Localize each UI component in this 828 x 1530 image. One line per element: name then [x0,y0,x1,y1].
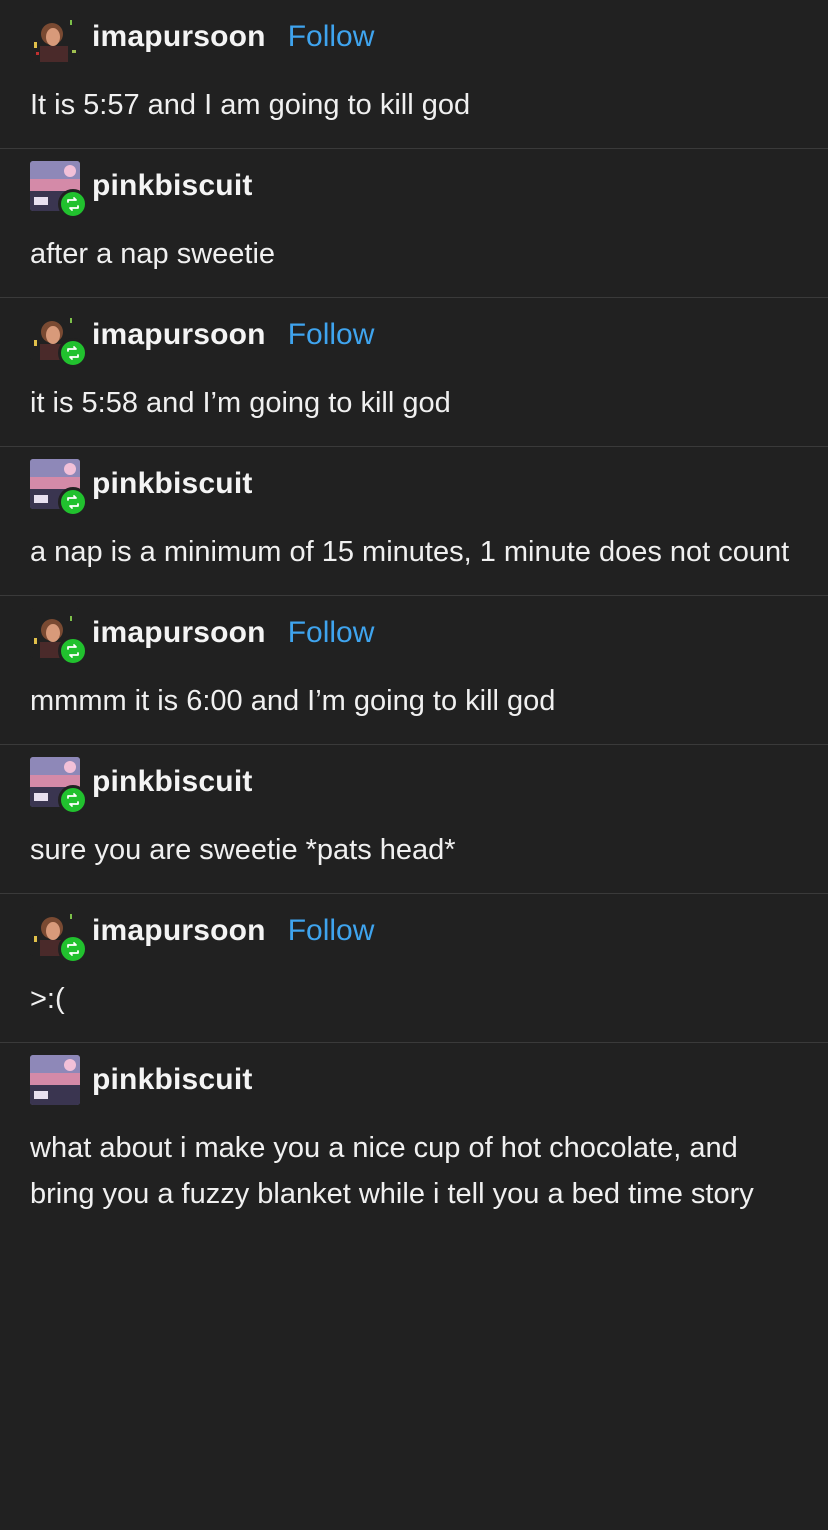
avatar[interactable] [30,310,88,368]
post-text: it is 5:58 and I’m going to kill god [30,387,451,419]
post: pinkbiscuit after a nap sweetie [0,149,828,298]
reblog-thread: imapursoon Follow It is 5:57 and I am go… [0,0,828,1237]
reblog-icon [58,934,88,964]
post-text: what about i make you a nice cup of hot … [30,1132,754,1210]
post: pinkbiscuit sure you are sweetie *pats h… [0,745,828,894]
avatar[interactable] [30,459,88,517]
follow-button[interactable]: Follow [288,20,375,54]
post: imapursoon Follow it is 5:58 and I’m goi… [0,298,828,447]
avatar[interactable] [30,757,88,815]
reblog-icon [58,636,88,666]
post: pinkbiscuit a nap is a minimum of 15 min… [0,447,828,596]
avatar[interactable] [30,1055,80,1105]
post-text: It is 5:57 and I am going to kill god [30,89,471,121]
follow-button[interactable]: Follow [288,616,375,650]
post-header: imapursoon Follow [30,906,798,964]
post-header: imapursoon Follow [30,12,798,62]
avatar[interactable] [30,161,88,219]
avatar[interactable] [30,12,80,62]
username[interactable]: pinkbiscuit [92,467,253,501]
reblog-icon [58,338,88,368]
post-header: imapursoon Follow [30,608,798,666]
post: imapursoon Follow mmmm it is 6:00 and I’… [0,596,828,745]
post-header: pinkbiscuit [30,459,798,517]
post-text: a nap is a minimum of 15 minutes, 1 minu… [30,536,790,568]
follow-button[interactable]: Follow [288,318,375,352]
post-text: >:( [30,983,65,1015]
portrait-avatar-icon [30,12,80,62]
username[interactable]: pinkbiscuit [92,169,253,203]
reblog-icon [58,785,88,815]
username[interactable]: imapursoon [92,616,266,650]
post: imapursoon Follow >:( [0,894,828,1043]
username[interactable]: imapursoon [92,20,266,54]
post-text: after a nap sweetie [30,238,276,270]
username[interactable]: pinkbiscuit [92,1063,253,1097]
follow-button[interactable]: Follow [288,914,375,948]
post-header: pinkbiscuit [30,161,798,219]
post-header: pinkbiscuit [30,1055,798,1105]
post-header: imapursoon Follow [30,310,798,368]
username[interactable]: imapursoon [92,914,266,948]
post-text: mmmm it is 6:00 and I’m going to kill go… [30,685,556,717]
avatar[interactable] [30,906,88,964]
post-text: sure you are sweetie *pats head* [30,834,456,866]
post: imapursoon Follow It is 5:57 and I am go… [0,0,828,149]
landscape-avatar-icon [30,1055,80,1105]
username[interactable]: pinkbiscuit [92,765,253,799]
post: pinkbiscuit what about i make you a nice… [0,1043,828,1237]
post-header: pinkbiscuit [30,757,798,815]
reblog-icon [58,189,88,219]
reblog-icon [58,487,88,517]
username[interactable]: imapursoon [92,318,266,352]
avatar[interactable] [30,608,88,666]
